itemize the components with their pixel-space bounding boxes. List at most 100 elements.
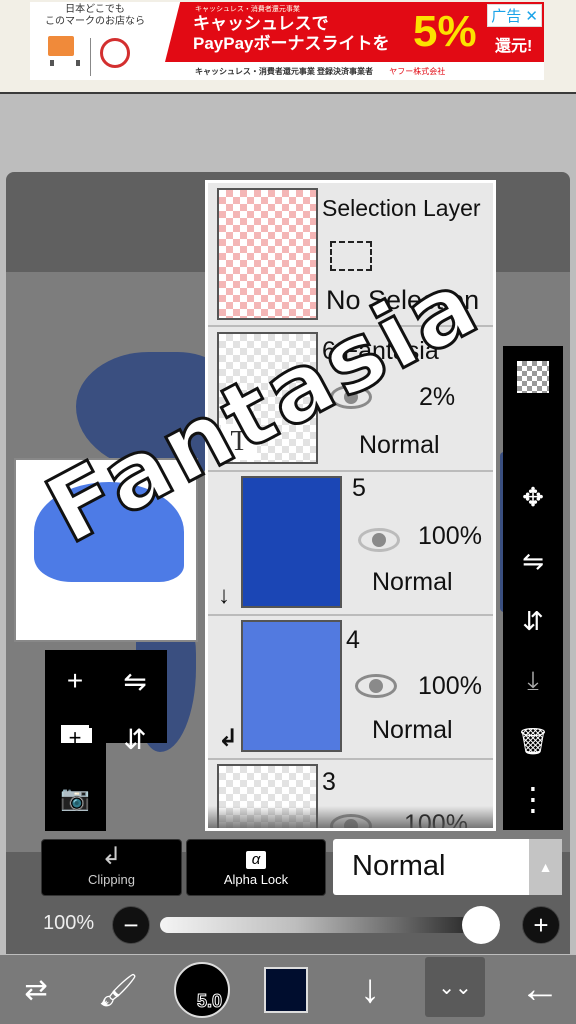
current-color-swatch [264, 966, 308, 1013]
clipping-arrow-icon: ↓ [218, 582, 230, 609]
move-icon: ✥ [522, 481, 544, 512]
ad-return: 還元! [495, 38, 533, 55]
layer-thumbnail: T [217, 332, 318, 464]
flip-horizontal-icon: ⇋ [123, 665, 147, 697]
color-button[interactable] [256, 955, 316, 1024]
layer-down-button[interactable]: ↓ [340, 955, 400, 1024]
more-options-button[interactable]: ⋮ [508, 774, 558, 824]
ad-left-text-1: 日本どこでも [65, 4, 125, 15]
left-toolbox: + ⇋ + ⇵ [45, 650, 167, 755]
layer-item-4[interactable]: ↲ 4 100% Normal [208, 616, 493, 760]
flip-vertical-button[interactable]: ⇵ [110, 714, 160, 764]
double-chevron-down-icon: ⌄⌄ [438, 976, 472, 999]
ad-banner[interactable]: 日本どこでも このマークのお店なら キャッシュレス・消費者還元事業 キャッシュレ… [30, 2, 544, 80]
ad-footer-company: ヤフー株式会社 [389, 67, 446, 76]
brush-size-button[interactable]: 5.0 [172, 955, 232, 1024]
arrow-down-icon: ↓ [360, 967, 380, 1011]
flip-horizontal-icon: ⇋ [522, 545, 544, 576]
ad-small-header: キャッシュレス・消費者還元事業 [195, 6, 300, 13]
layer-blend-mode: Normal [372, 568, 453, 596]
visibility-eye-icon[interactable] [355, 674, 397, 698]
ad-title-line1: キャッシュレスで [193, 14, 329, 33]
layer-name: 3 [322, 768, 336, 796]
layer-item-5[interactable]: ↓ 5 100% Normal [208, 472, 493, 616]
opacity-increase-button[interactable]: + [522, 906, 560, 944]
bottom-toolbar: ⇄ 🖌 5.0 ↓ ⌄⌄ ← [0, 955, 576, 1024]
ad-separator [90, 38, 91, 76]
layer-opacity: 100% [418, 672, 482, 700]
flip-horizontal-button[interactable]: ⇋ [110, 656, 160, 706]
tool-swap-button[interactable]: ⇄ [6, 955, 66, 1024]
selection-status: No Selection [326, 285, 480, 315]
opacity-decrease-button[interactable]: − [112, 906, 150, 944]
plus-icon: + [533, 910, 549, 940]
clipping-button[interactable]: ↲ Clipping [41, 839, 182, 896]
flip-vertical-icon: ⇵ [123, 723, 147, 755]
layer-name: Selection Layer [322, 195, 481, 221]
text-layer-icon: T [221, 424, 257, 460]
plus-icon: + [66, 665, 84, 696]
layer-blend-mode: Normal [372, 716, 453, 744]
ad-footer-text: キャッシュレス・消費者還元事業 登録決済事業者 [195, 67, 374, 76]
alpha-lock-icon: α [187, 842, 325, 872]
camera-icon: 📷 [60, 784, 90, 812]
alpha-lock-button[interactable]: α Alpha Lock [186, 839, 326, 896]
selection-layer-thumbnail [217, 188, 318, 320]
blend-mode-value: Normal [352, 850, 446, 882]
clipping-arrow-icon: ↲ [218, 725, 239, 752]
flip-vertical-layer-button[interactable]: ⇵ [508, 596, 558, 646]
chevron-up-icon: ▲ [529, 839, 562, 895]
layer-item-6[interactable]: T 6:Fantasia 2% Normal [208, 327, 493, 472]
layer-thumbnail [241, 620, 342, 752]
transparency-button[interactable] [508, 352, 558, 402]
opacity-slider[interactable] [160, 917, 500, 933]
visibility-eye-icon[interactable] [330, 385, 372, 409]
ad-footer: キャッシュレス・消費者還元事業 登録決済事業者 ヤフー株式会社 [165, 64, 544, 80]
layer-name: 5 [352, 474, 366, 502]
delete-layer-button[interactable]: 🗑 [508, 716, 558, 766]
blend-mode-select[interactable]: Normal ▲ [333, 839, 562, 895]
flip-vertical-icon: ⇵ [522, 605, 544, 636]
ad-left: 日本どこでも このマークのお店なら [30, 2, 160, 80]
merge-down-icon: ⤓ [527, 665, 539, 695]
layer-list[interactable]: Selection Layer No Selection T 6:Fantasi… [205, 180, 496, 831]
ad-title: キャッシュレスで PayPayボーナスライトを [193, 14, 390, 54]
back-button[interactable]: ← [510, 955, 570, 1024]
collapse-panel-button[interactable]: ⌄⌄ [425, 957, 485, 1017]
merge-down-button[interactable]: ⤓ [508, 656, 558, 706]
opacity-label: 100% [43, 912, 95, 934]
selection-rect-icon [330, 241, 372, 271]
left-toolbox-lower: 📷 [45, 743, 106, 831]
clipping-icon: ↲ [101, 843, 122, 870]
layer-opacity: 2% [419, 383, 456, 411]
trash-icon: 🗑 [516, 725, 550, 756]
brush-eraser-swap-icon: ⇄ [24, 974, 48, 1005]
camera-button[interactable]: 📷 [50, 773, 100, 823]
layer-name: 4 [346, 626, 360, 654]
layer-thumbnail [241, 476, 342, 608]
brush-icon: 🖌 [97, 971, 139, 1008]
add-layer-button[interactable]: + [50, 656, 100, 706]
cart-icon [48, 36, 80, 66]
clipping-label: Clipping [88, 872, 135, 887]
opacity-slider-thumb[interactable] [462, 906, 500, 944]
canvas-preview[interactable] [14, 458, 198, 642]
right-toolbar: ✥ ⇋ ⇵ ⤓ 🗑 ⋮ [503, 346, 563, 830]
move-layer-button[interactable]: ✥ [508, 472, 558, 522]
brush-size-value: 5.0 [196, 990, 222, 1011]
ad-left-text-2: このマークのお店なら [45, 16, 145, 27]
minus-icon: − [123, 910, 139, 940]
ad-area: 日本どこでも このマークのお店なら キャッシュレス・消費者還元事業 キャッシュレ… [0, 0, 576, 94]
ad-close-badge[interactable]: 广告 ✕ [487, 4, 542, 27]
brush-tool-button[interactable]: 🖌 [88, 955, 148, 1024]
ad-percent: 5% [413, 7, 477, 56]
ibis-paint-layer-screen: 日本どこでも このマークのお店なら キャッシュレス・消費者還元事業 キャッシュレ… [0, 0, 576, 1024]
flip-horizontal-layer-button[interactable]: ⇋ [508, 536, 558, 586]
preview-hair [34, 482, 184, 582]
cashless-logo-icon [100, 38, 130, 68]
visibility-eye-off-icon[interactable] [358, 528, 400, 552]
layer-opacity: 100% [418, 522, 482, 550]
layer-item-selection[interactable]: Selection Layer No Selection [208, 183, 493, 327]
more-vertical-icon: ⋮ [517, 781, 549, 817]
transparency-checker-icon [517, 361, 549, 393]
